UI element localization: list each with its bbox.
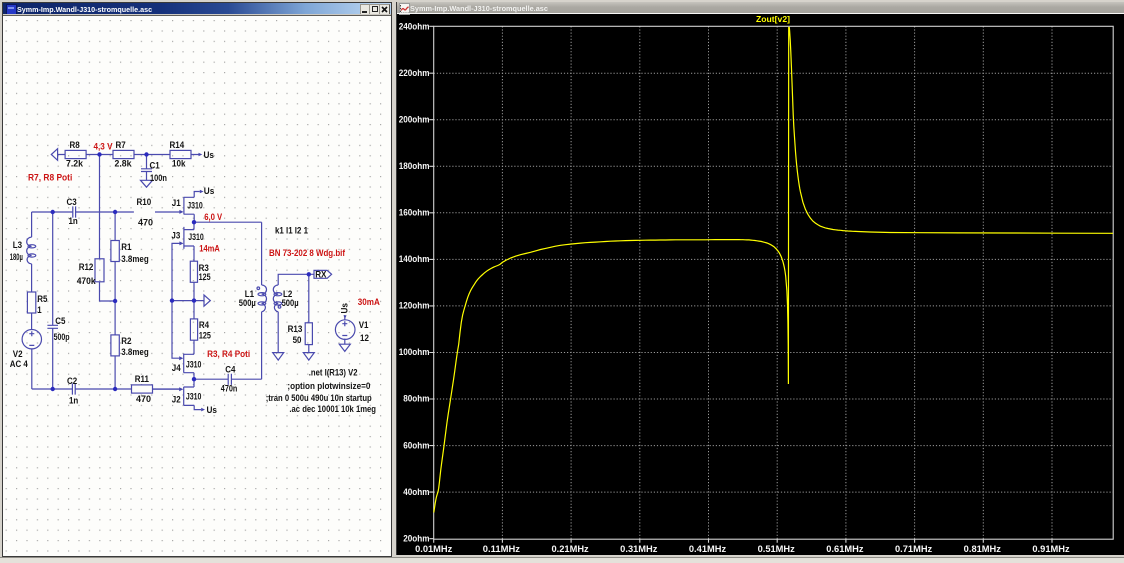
svg-text:1n: 1n (69, 216, 79, 226)
svg-text:.ac dec 10001 10k 1meg: .ac dec 10001 10k 1meg (289, 404, 376, 414)
svg-text:140ohm: 140ohm (399, 254, 430, 264)
svg-text:30mA: 30mA (358, 297, 380, 307)
svg-text:100n: 100n (150, 173, 167, 183)
svg-text:20ohm: 20ohm (403, 533, 429, 543)
svg-text:60ohm: 60ohm (403, 440, 429, 450)
svg-text:0.41MHz: 0.41MHz (689, 544, 727, 554)
svg-text:J1: J1 (172, 198, 181, 208)
svg-text:3.8meg: 3.8meg (121, 347, 148, 357)
svg-text:50: 50 (293, 335, 302, 345)
svg-text:R10: R10 (137, 197, 152, 207)
svg-text:10k: 10k (172, 159, 186, 169)
svg-text:V1: V1 (359, 320, 369, 330)
svg-text:C5: C5 (55, 316, 65, 326)
svg-text:40ohm: 40ohm (403, 487, 429, 497)
svg-text:R7, R8 Poti: R7, R8 Poti (28, 173, 72, 183)
svg-text:;option plotwinsize=0: ;option plotwinsize=0 (287, 381, 370, 391)
svg-text:0.11MHz: 0.11MHz (483, 544, 521, 554)
svg-text:C1: C1 (150, 160, 160, 170)
svg-text:160ohm: 160ohm (399, 208, 430, 218)
svg-text:AC 4: AC 4 (10, 359, 29, 369)
svg-text:J310: J310 (186, 392, 202, 402)
svg-text:1n: 1n (69, 396, 79, 406)
svg-text:2.8k: 2.8k (115, 159, 133, 169)
svg-text:R11: R11 (135, 374, 149, 384)
svg-text:R14: R14 (170, 140, 185, 150)
svg-text:80ohm: 80ohm (403, 394, 429, 404)
svg-text:J4: J4 (172, 363, 182, 373)
svg-text:0.91MHz: 0.91MHz (1032, 544, 1070, 554)
svg-text:0.71MHz: 0.71MHz (895, 544, 933, 554)
svg-text:12: 12 (360, 333, 369, 343)
svg-text:J2: J2 (172, 394, 181, 404)
svg-text:Zout[v2]: Zout[v2] (756, 14, 790, 24)
svg-text:500µ: 500µ (282, 298, 299, 308)
svg-text:4,3 V: 4,3 V (94, 142, 114, 152)
svg-text:C4: C4 (225, 365, 236, 375)
svg-text:470n: 470n (221, 383, 238, 393)
svg-text:R13: R13 (288, 324, 303, 334)
svg-text:;tran 0 500u 490u 10n startup: ;tran 0 500u 490u 10n startup (266, 393, 372, 403)
svg-text:470: 470 (138, 218, 153, 228)
svg-text:0.31MHz: 0.31MHz (620, 544, 658, 554)
svg-text:R2: R2 (121, 336, 131, 346)
svg-text:J310: J310 (187, 200, 203, 210)
svg-text:220ohm: 220ohm (399, 68, 430, 78)
svg-text:120ohm: 120ohm (399, 301, 430, 311)
svg-text:0.81MHz: 0.81MHz (964, 544, 1002, 554)
svg-text:.net I(R13) V2: .net I(R13) V2 (309, 368, 358, 378)
svg-text:J310: J310 (188, 232, 204, 242)
svg-text:240ohm: 240ohm (399, 21, 430, 31)
svg-text:L3: L3 (13, 240, 22, 250)
svg-text:R8: R8 (70, 140, 80, 150)
svg-text:470k: 470k (77, 276, 97, 286)
svg-text:100ohm: 100ohm (399, 347, 430, 357)
svg-text:125: 125 (199, 330, 211, 340)
svg-text:R12: R12 (79, 262, 94, 272)
svg-text:R7: R7 (116, 140, 126, 150)
svg-text:R3, R4 Poti: R3, R4 Poti (207, 349, 250, 359)
svg-text:1: 1 (37, 305, 41, 315)
svg-text:V2: V2 (13, 349, 23, 359)
svg-text:BN 73-202 8 Wdg.bif: BN 73-202 8 Wdg.bif (269, 248, 346, 258)
svg-text:0.51MHz: 0.51MHz (758, 544, 796, 554)
svg-text:Us: Us (207, 405, 218, 415)
svg-text:C2: C2 (67, 376, 77, 386)
svg-text:180µ: 180µ (10, 252, 23, 262)
svg-text:7.2k: 7.2k (66, 159, 84, 169)
svg-text:3.8meg: 3.8meg (121, 254, 148, 264)
svg-text:Us: Us (204, 150, 215, 160)
svg-text:0.01MHz: 0.01MHz (415, 544, 453, 554)
svg-text:Us: Us (204, 186, 215, 196)
svg-text:0.61MHz: 0.61MHz (826, 544, 864, 554)
svg-text:125: 125 (199, 272, 211, 282)
svg-text:500µ: 500µ (239, 298, 256, 308)
svg-text:J310: J310 (186, 360, 202, 370)
svg-text:0.21MHz: 0.21MHz (552, 544, 590, 554)
svg-text:6,0 V: 6,0 V (204, 212, 223, 222)
svg-text:C3: C3 (67, 197, 77, 207)
svg-text:14mA: 14mA (199, 243, 220, 253)
svg-text:R1: R1 (121, 242, 131, 252)
svg-text:200ohm: 200ohm (399, 114, 430, 124)
svg-text:k1 l1 l2 1: k1 l1 l2 1 (275, 225, 308, 235)
svg-text:R4: R4 (199, 320, 210, 330)
svg-text:470: 470 (136, 394, 151, 404)
svg-text:180ohm: 180ohm (399, 161, 430, 171)
svg-text:500p: 500p (54, 332, 70, 342)
svg-text:R5: R5 (37, 294, 47, 304)
svg-text:RX: RX (315, 270, 327, 280)
svg-text:J3: J3 (171, 230, 180, 240)
svg-text:Us: Us (340, 303, 350, 314)
